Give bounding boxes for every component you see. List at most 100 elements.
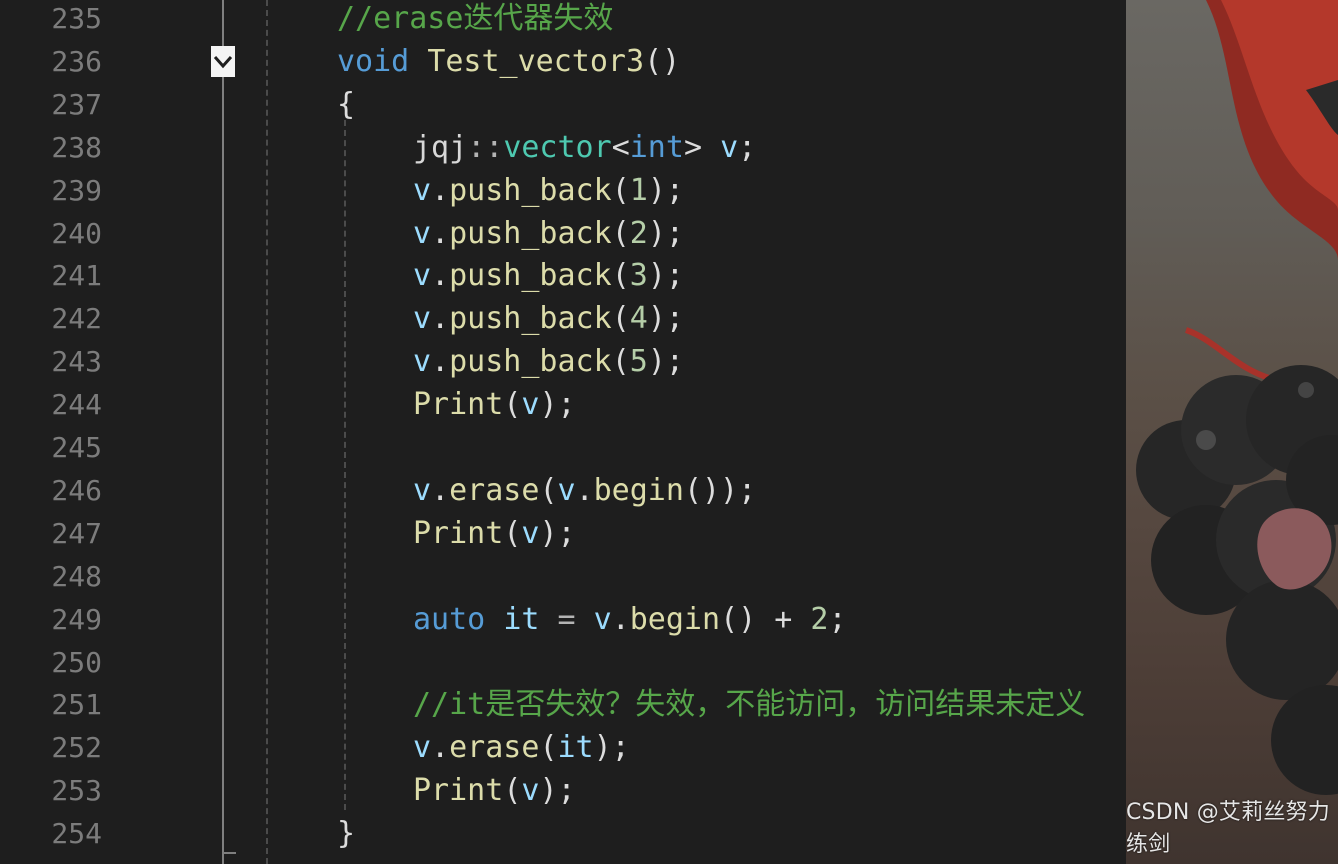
code-line[interactable]: 242 v.push_back(4); (0, 297, 1126, 340)
token-punctuation: ( (539, 730, 558, 766)
line-code: v.push_back(2); (413, 212, 684, 255)
token-type: vector (503, 129, 612, 165)
token-function: Test_vector3 (427, 43, 645, 79)
line-number: 252 (51, 731, 102, 765)
line-number: 253 (51, 774, 102, 808)
token-punctuation: ()); (683, 472, 757, 508)
token-punctuation: ); (647, 301, 684, 337)
token-variable: v (720, 129, 739, 165)
line-code: jqj::vector<int> v; (413, 126, 756, 169)
code-line[interactable]: 246 v.erase(v.begin()); (0, 469, 1126, 512)
token-punctuation: ); (593, 730, 630, 766)
token-punctuation: ( (611, 215, 630, 251)
line-number: 250 (51, 645, 102, 679)
token-function: Print (413, 773, 504, 809)
token-punctuation: ); (539, 387, 576, 423)
token-operator: = (539, 601, 594, 637)
code-line[interactable]: 235 //erase迭代器失效 (0, 0, 1126, 40)
token-function: push_back (449, 258, 612, 294)
line-code: } (337, 812, 355, 855)
token-punctuation: . (431, 215, 450, 251)
token-function: Print (413, 387, 504, 423)
line-code: Print(v); (413, 769, 576, 812)
token-function: erase (449, 730, 540, 766)
token-punctuation: . (611, 601, 630, 637)
token-punctuation: ( (611, 172, 630, 208)
token-variable: v (413, 344, 432, 380)
token-variable: v (521, 387, 540, 423)
token-variable: v (413, 472, 432, 508)
code-line[interactable]: 238 jqj::vector<int> v; (0, 126, 1126, 169)
token-punctuation: ); (647, 344, 684, 380)
code-line[interactable]: 253 Print(v); (0, 769, 1126, 812)
line-number: 240 (51, 216, 102, 250)
token-punctuation: ); (647, 172, 684, 208)
token-function: begin (593, 472, 684, 508)
token-punctuation: { (337, 86, 356, 122)
anime-character-art (1136, 0, 1338, 795)
token-punctuation (485, 602, 503, 637)
token-punctuation: ( (503, 515, 522, 551)
code-line[interactable]: 237 { (0, 83, 1126, 126)
line-number: 235 (51, 2, 102, 35)
line-number: 242 (51, 302, 102, 336)
code-line[interactable]: 248 (0, 555, 1126, 598)
token-function: push_back (449, 215, 612, 251)
line-number: 241 (51, 259, 102, 293)
line-number: 239 (51, 173, 102, 207)
token-punctuation (409, 44, 427, 79)
token-number: 5 (629, 344, 648, 380)
token-punctuation: . (431, 730, 450, 766)
code-line[interactable]: 250 (0, 641, 1126, 684)
token-number: 2 (629, 215, 648, 251)
token-punctuation: ( (611, 344, 630, 380)
token-keyword: void (337, 43, 410, 79)
token-variable: v (593, 601, 612, 637)
line-number: 238 (51, 130, 102, 164)
token-punctuation: > (683, 129, 721, 165)
token-comment: //erase迭代器失效 (337, 1, 614, 36)
token-namespace: jqj (413, 129, 468, 165)
token-variable: v (557, 472, 576, 508)
token-punctuation: () + (720, 601, 811, 637)
code-line[interactable]: 236 void Test_vector3() (0, 40, 1126, 83)
line-number: 247 (51, 516, 102, 550)
token-variable: it (503, 601, 540, 637)
code-line[interactable]: 247 Print(v); (0, 512, 1126, 555)
token-punctuation: ; (738, 129, 757, 165)
token-punctuation: ; (828, 601, 847, 637)
code-line[interactable]: 249 auto it = v.begin() + 2; (0, 598, 1126, 641)
token-punctuation: ); (539, 515, 576, 551)
token-punctuation: . (431, 172, 450, 208)
code-line[interactable]: 241 v.push_back(3); (0, 254, 1126, 297)
token-operator: :: (467, 129, 504, 165)
token-punctuation: ( (503, 773, 522, 809)
line-number: 243 (51, 345, 102, 379)
token-variable: v (413, 258, 432, 294)
watermark: CSDN @艾莉丝努力练剑 (1126, 800, 1330, 857)
line-code: auto it = v.begin() + 2; (413, 598, 847, 641)
token-number: 1 (629, 172, 648, 208)
code-line[interactable]: 240 v.push_back(2); (0, 212, 1126, 255)
code-line[interactable]: 239 v.push_back(1); (0, 169, 1126, 212)
code-line[interactable]: 254} (0, 812, 1126, 855)
token-punctuation: ); (539, 773, 576, 809)
token-variable: v (521, 773, 540, 809)
token-punctuation: . (431, 258, 450, 294)
code-line[interactable]: 244 Print(v); (0, 383, 1126, 426)
token-variable: v (413, 730, 432, 766)
token-keyword: auto (413, 601, 486, 637)
line-code: { (337, 83, 355, 126)
code-line[interactable]: 251 //it是否失效？失效，不能访问，访问结果未定义 (0, 683, 1126, 726)
line-code: Print(v); (413, 383, 576, 426)
line-number: 251 (51, 688, 102, 722)
code-line[interactable]: 252 v.erase(it); (0, 726, 1126, 769)
token-number: 4 (629, 301, 648, 337)
token-punctuation: ( (539, 472, 558, 508)
token-variable: v (413, 301, 432, 337)
code-line[interactable]: 245 (0, 426, 1126, 469)
line-code: v.erase(it); (413, 726, 630, 769)
token-keyword: int (629, 129, 684, 165)
code-line[interactable]: 243 v.push_back(5); (0, 340, 1126, 383)
line-number: 248 (51, 559, 102, 593)
